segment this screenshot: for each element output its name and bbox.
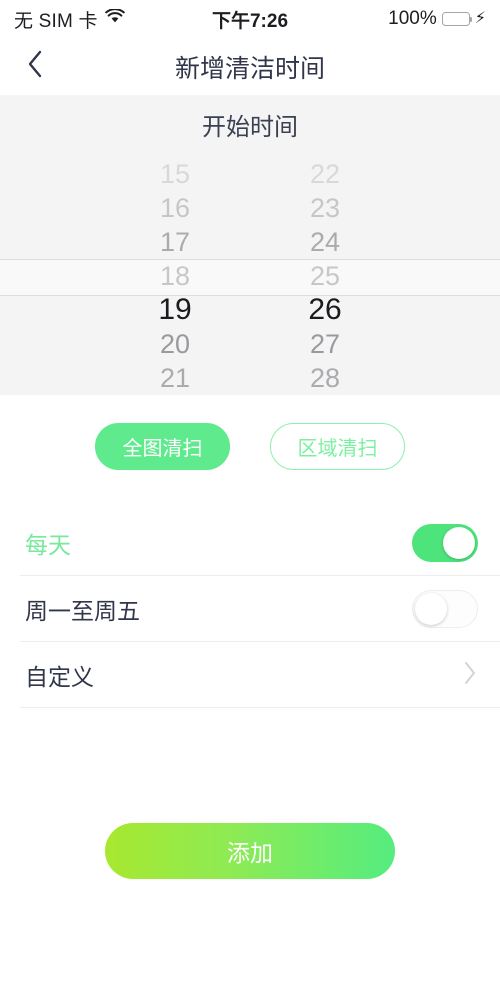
wheel-item[interactable]: 27 <box>280 327 370 361</box>
mode-option-label: 区域清扫 <box>297 438 378 460</box>
schedule-row-label: 每天 <box>25 532 71 558</box>
row-control <box>412 524 478 562</box>
mode-option-label: 全图清扫 <box>122 438 203 460</box>
everyday-toggle[interactable] <box>412 524 478 562</box>
schedule-row-custom[interactable]: 自定义 <box>0 642 500 708</box>
battery-icon <box>441 12 473 26</box>
hour-wheel[interactable]: 15 16 17 18 19 20 21 22 23 <box>130 157 220 395</box>
wheel-item[interactable]: 25 <box>280 259 370 293</box>
wheel-item[interactable]: 24 <box>280 225 370 259</box>
chevron-right-icon <box>462 659 478 692</box>
add-button[interactable]: 添加 <box>105 823 395 879</box>
schedule-row-everyday[interactable]: 每天 <box>0 510 500 576</box>
mode-option-full-clean[interactable]: 全图清扫 <box>95 423 230 470</box>
wheel-item[interactable]: 20 <box>130 327 220 361</box>
wheel-item[interactable]: 15 <box>130 157 220 191</box>
footer-actions: 添加 <box>0 823 500 879</box>
hour-selected-value[interactable]: 19 <box>130 293 220 327</box>
time-picker[interactable]: 开始时间 15 16 17 18 19 20 21 22 23 22 23 24… <box>0 95 500 395</box>
wheel-item[interactable]: 18 <box>130 259 220 293</box>
page-title: 新增清洁时间 <box>174 54 325 83</box>
schedule-row-weekdays[interactable]: 周一至周五 <box>0 576 500 642</box>
toggle-knob <box>414 592 447 625</box>
status-bar-clock: 下午7:26 <box>211 10 289 32</box>
minute-selected-value[interactable]: 26 <box>280 293 370 327</box>
clean-mode-selector: 全图清扫 区域清扫 <box>0 395 500 470</box>
schedule-row-label: 周一至周五 <box>25 598 140 624</box>
wheel-item[interactable]: 21 <box>130 361 220 395</box>
schedule-row-label: 自定义 <box>25 664 94 690</box>
picker-title: 开始时间 <box>202 114 298 141</box>
wheel-item[interactable]: 23 <box>280 191 370 225</box>
mode-option-area-clean[interactable]: 区域清扫 <box>270 423 405 470</box>
status-bar: 无 SIM 卡 下午7:26 100% ⚡ <box>0 0 500 38</box>
row-control <box>412 590 478 628</box>
wheel-item[interactable]: 17 <box>130 225 220 259</box>
schedule-list: 每天 周一至周五 自定义 <box>0 510 500 708</box>
wheel-item[interactable]: 22 <box>280 157 370 191</box>
wheel-item[interactable]: 16 <box>130 191 220 225</box>
picker-wheels: 15 16 17 18 19 20 21 22 23 22 23 24 25 2… <box>0 157 500 395</box>
nav-bar: 新增清洁时间 <box>0 38 500 95</box>
row-control <box>462 659 478 692</box>
app-screen: 无 SIM 卡 下午7:26 100% ⚡ 新增清洁时间 开始时间 15 16 … <box>0 0 500 1000</box>
minute-wheel[interactable]: 22 23 24 25 26 27 28 29 30 <box>280 157 370 395</box>
wheel-item[interactable]: 28 <box>280 361 370 395</box>
weekdays-toggle[interactable] <box>412 590 478 628</box>
toggle-knob <box>443 527 475 559</box>
